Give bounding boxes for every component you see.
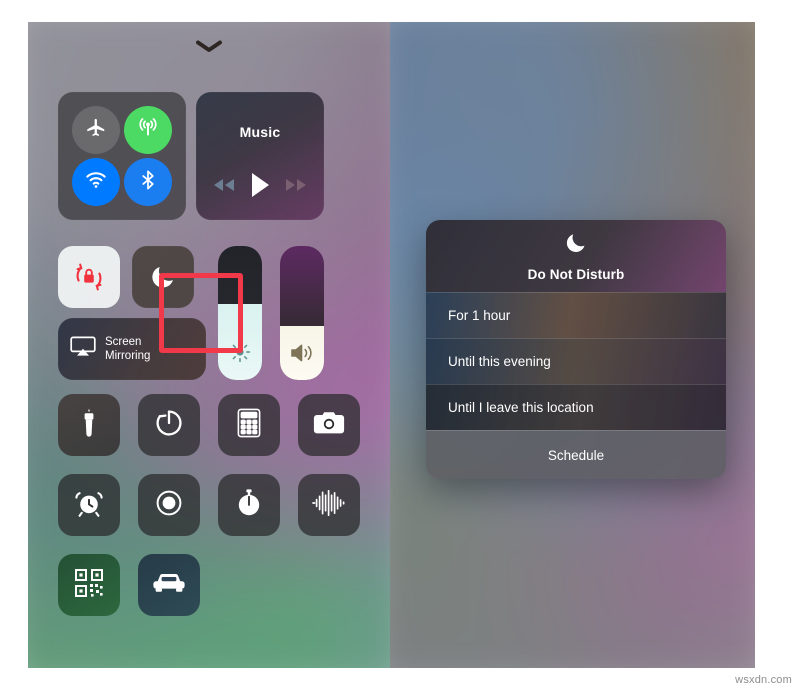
qr-code-icon [74, 568, 104, 603]
do-not-disturb-popup: Do Not Disturb For 1 hour Until this eve… [426, 220, 726, 479]
bluetooth-toggle[interactable] [124, 158, 172, 206]
screen-mirroring-label-line1: Screen [105, 336, 142, 348]
screen-mirroring-label: Screen Mirroring [105, 335, 150, 363]
car-button[interactable] [138, 554, 200, 616]
car-icon [152, 572, 186, 599]
alarm-clock-icon [74, 488, 104, 523]
watermark: wsxdn.com [735, 674, 792, 686]
flashlight-icon [76, 408, 102, 443]
moon-icon [564, 231, 588, 260]
dnd-highlight-box [159, 273, 243, 353]
music-title: Music [239, 124, 281, 140]
control-center-right-panel: Do Not Disturb For 1 hour Until this eve… [390, 22, 755, 668]
screen-record-button[interactable] [138, 474, 200, 536]
dnd-option-until-i-leave-this-location[interactable]: Until I leave this location [426, 384, 726, 430]
control-center-left-panel: Music Screen Mirroring [28, 22, 390, 668]
volume-icon [280, 342, 324, 364]
wifi-icon [84, 168, 108, 197]
calculator-button[interactable] [218, 394, 280, 456]
screen-mirroring-label-line2: Mirroring [105, 350, 151, 362]
airplane-icon [85, 117, 107, 144]
timer-button[interactable] [138, 394, 200, 456]
cellular-data-toggle[interactable] [124, 106, 172, 154]
voice-memo-button[interactable] [298, 474, 360, 536]
rewind-icon[interactable] [213, 178, 235, 197]
rotation-lock-icon [58, 246, 120, 308]
stopwatch-icon [235, 488, 263, 523]
qr-code-button[interactable] [58, 554, 120, 616]
flashlight-button[interactable] [58, 394, 120, 456]
volume-slider[interactable] [280, 246, 324, 380]
camera-icon [313, 410, 345, 441]
dnd-popup-title: Do Not Disturb [527, 266, 625, 282]
dnd-popup-header: Do Not Disturb [426, 220, 726, 292]
music-controls [196, 170, 324, 204]
rotation-lock-toggle[interactable] [58, 246, 120, 308]
connectivity-tile[interactable] [58, 92, 186, 220]
screenshot-canvas: Music Screen Mirroring Do Not Disturb Fo… [0, 0, 800, 690]
wifi-toggle[interactable] [72, 158, 120, 206]
dnd-option-for-1-hour[interactable]: For 1 hour [426, 292, 726, 338]
airplane-mode-toggle[interactable] [72, 106, 120, 154]
alarm-clock-button[interactable] [58, 474, 120, 536]
music-widget[interactable]: Music [196, 92, 324, 220]
cellular-data-icon [136, 116, 160, 145]
dnd-option-until-this-evening[interactable]: Until this evening [426, 338, 726, 384]
bluetooth-icon [137, 169, 159, 196]
stopwatch-button[interactable] [218, 474, 280, 536]
chevron-down-icon[interactable] [196, 40, 222, 53]
fast-forward-icon[interactable] [285, 178, 307, 197]
calculator-icon [237, 408, 261, 443]
screen-record-icon [154, 488, 184, 523]
dnd-schedule-button[interactable]: Schedule [426, 430, 726, 479]
play-icon[interactable] [248, 171, 272, 204]
timer-icon [154, 408, 184, 443]
camera-button[interactable] [298, 394, 360, 456]
voice-memo-icon [312, 489, 346, 521]
airplay-icon [70, 336, 96, 363]
